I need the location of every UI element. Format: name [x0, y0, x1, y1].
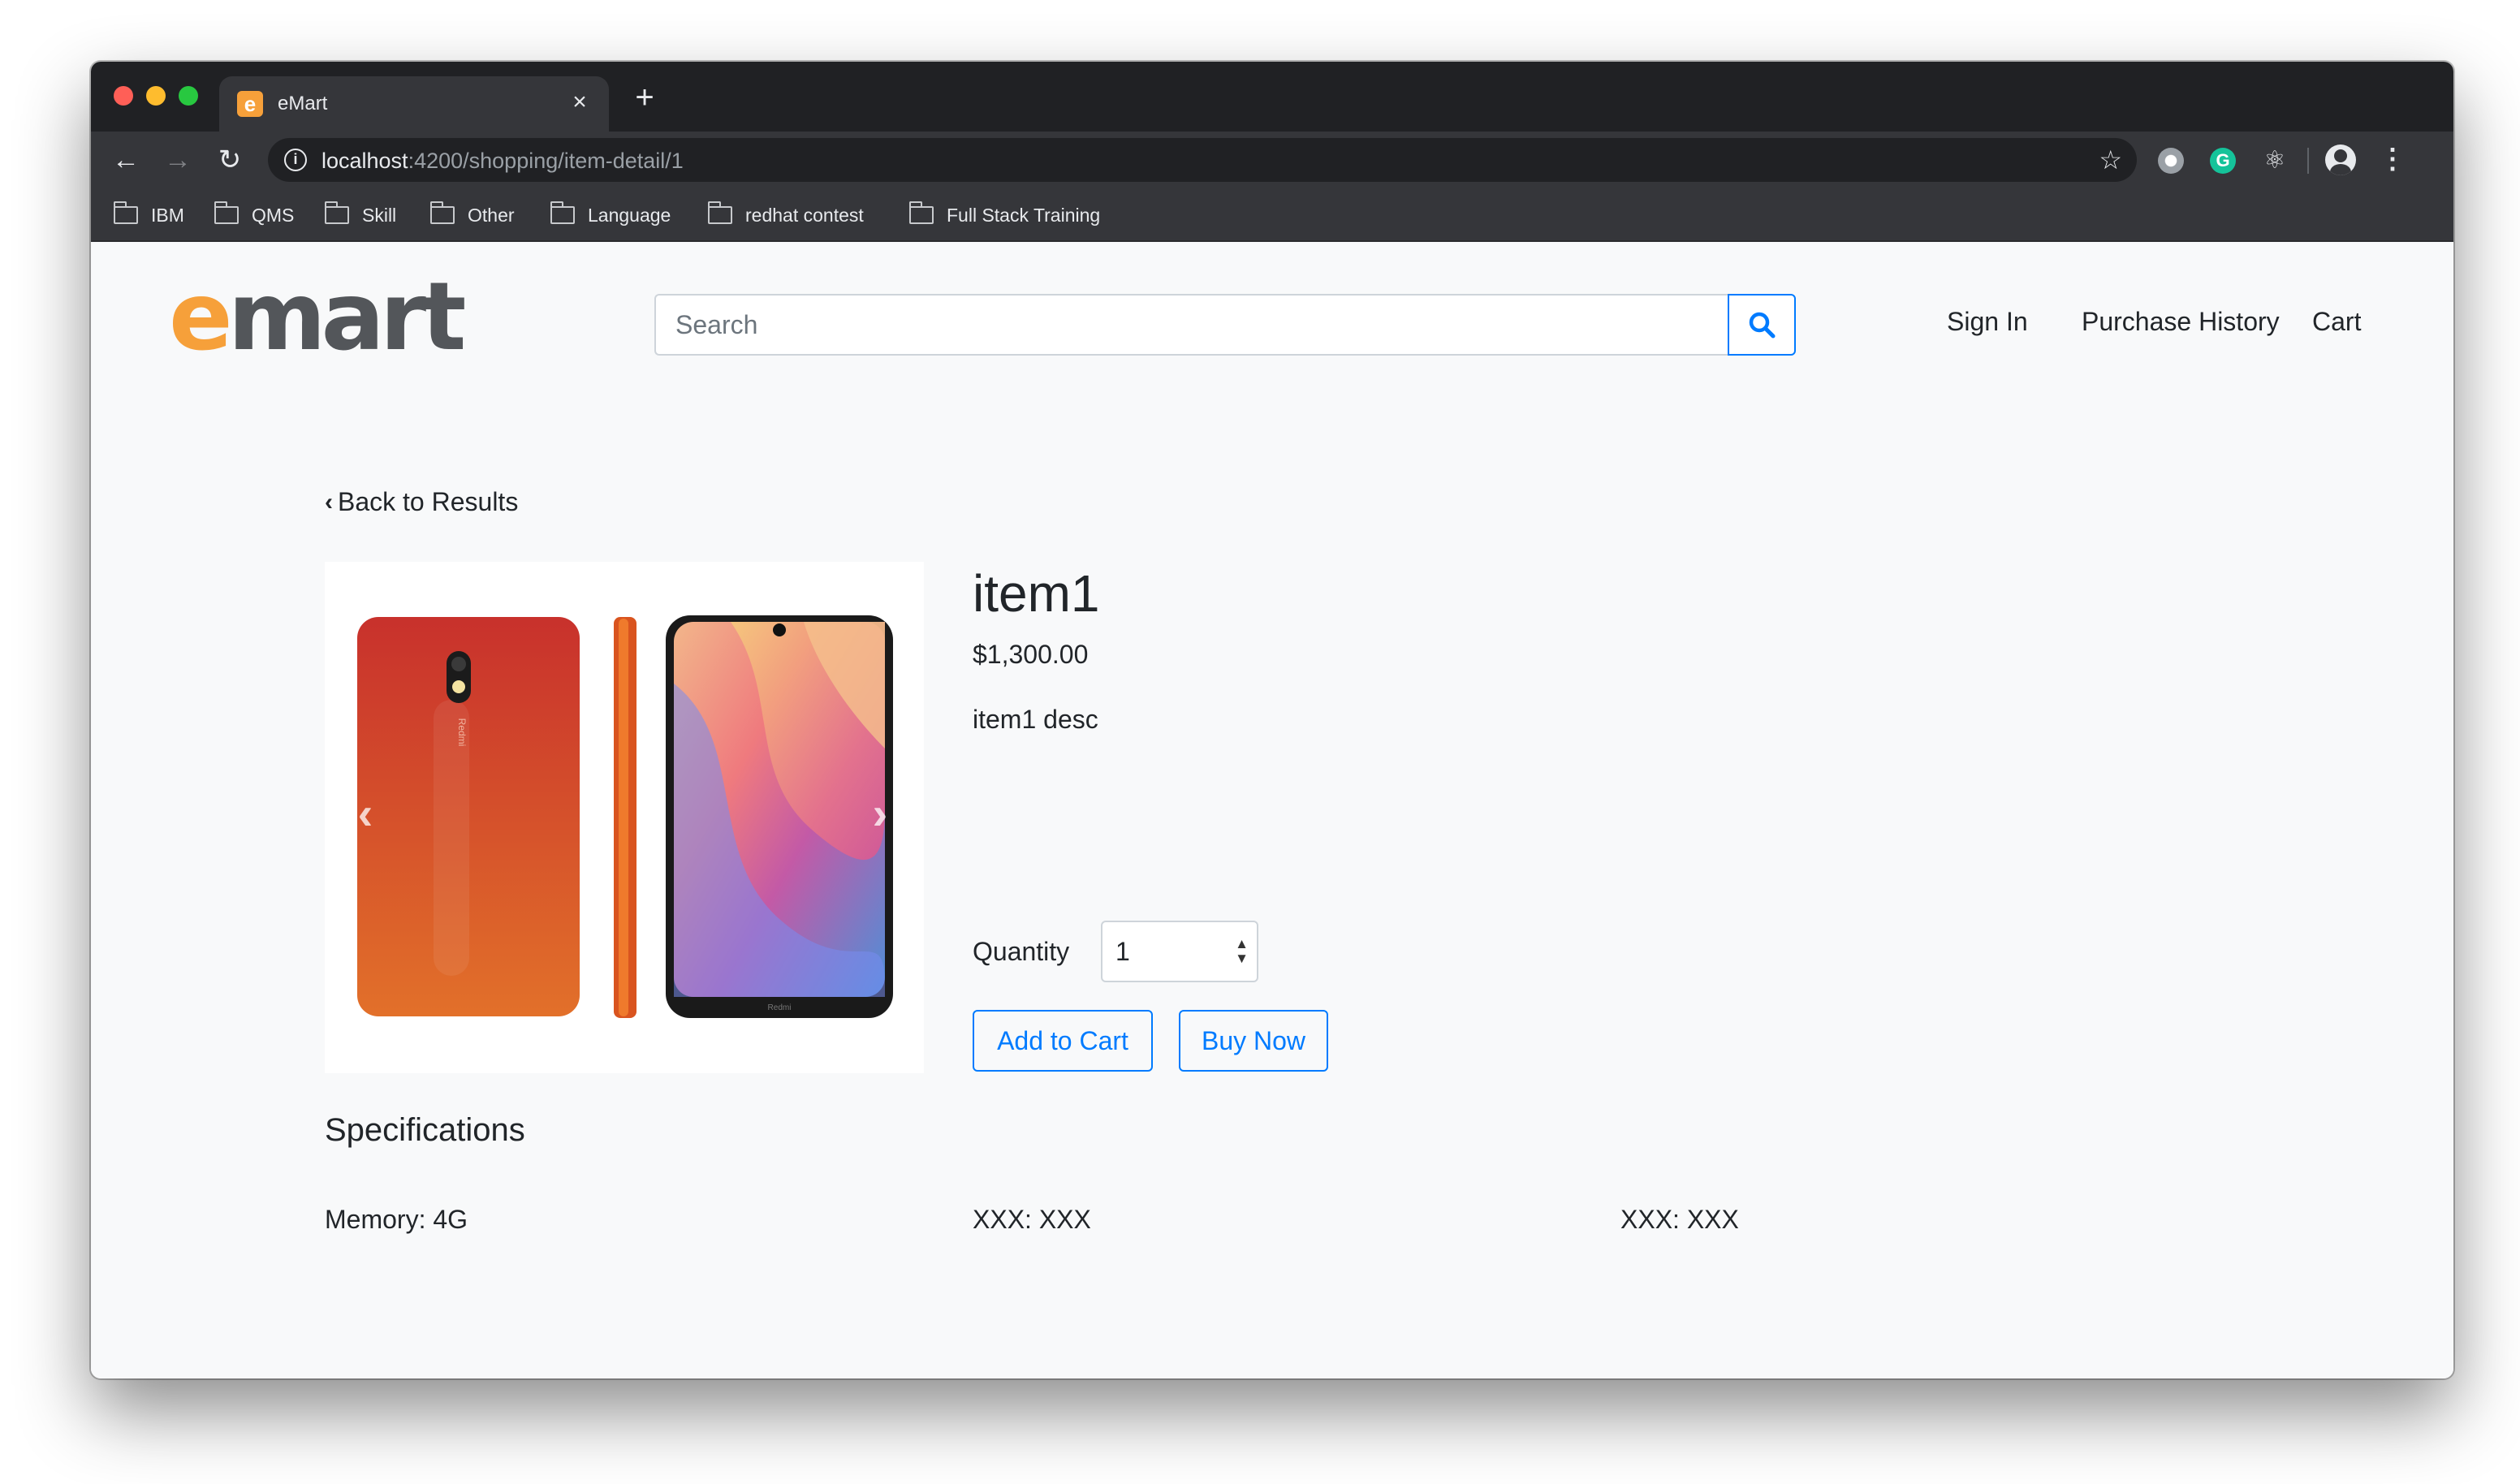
carousel-next-icon[interactable]: ›	[864, 789, 896, 838]
url-text[interactable]: localhost:4200/shopping/item-detail/1	[321, 149, 684, 174]
back-to-results-label: Back to Results	[338, 487, 519, 516]
specifications-heading: Specifications	[325, 1112, 525, 1148]
bookmarks-bar: IBM QMS Skill Other Language redhat cont…	[91, 188, 2453, 242]
bookmark-label: Skill	[362, 204, 397, 226]
folder-icon	[113, 201, 138, 224]
forward-arrow-icon[interactable]: →	[161, 143, 195, 177]
spec-item: XXX: XXX	[1620, 1205, 1739, 1234]
product-image: Redmi Redmi	[357, 615, 893, 1018]
folder-icon	[550, 201, 575, 224]
quantity-label: Quantity	[973, 937, 1070, 966]
url-path: :4200/shopping/item-detail/1	[408, 149, 684, 173]
close-window-button[interactable]	[114, 86, 133, 106]
page-content: emart Sign In Purchase History Cart ‹ Ba…	[91, 242, 2453, 1378]
bookmark-folder-redhat-contest[interactable]: redhat contest	[707, 201, 864, 227]
folder-icon	[214, 201, 239, 224]
browser-tab[interactable]: e eMart ×	[219, 76, 609, 132]
bookmark-folder-qms[interactable]: QMS	[214, 201, 295, 227]
bookmark-label: redhat contest	[745, 204, 864, 226]
favicon-icon: e	[237, 91, 263, 117]
folder-icon	[908, 201, 934, 224]
bookmark-label: Language	[588, 204, 671, 226]
spec-item: Memory: 4G	[325, 1205, 468, 1234]
react-devtools-icon[interactable]: ⚛	[2262, 148, 2288, 174]
buy-now-button[interactable]: Buy Now	[1179, 1010, 1328, 1072]
tab-close-icon[interactable]: ×	[565, 88, 594, 117]
back-to-results-link[interactable]: ‹ Back to Results	[325, 487, 518, 517]
bookmark-folder-other[interactable]: Other	[429, 201, 515, 227]
cart-link[interactable]: Cart	[2312, 307, 2361, 337]
bookmark-label: Other	[468, 204, 515, 226]
search-input[interactable]	[654, 294, 1729, 356]
brand-text-front: Redmi	[768, 1003, 792, 1012]
sign-in-link[interactable]: Sign In	[1947, 307, 2028, 337]
bookmark-folder-ibm[interactable]: IBM	[113, 201, 184, 227]
extension-record-icon[interactable]	[2158, 148, 2184, 174]
search-button[interactable]	[1728, 294, 1796, 356]
spec-item: XXX: XXX	[973, 1205, 1091, 1234]
url-host: localhost	[321, 149, 408, 173]
maximize-window-button[interactable]	[179, 86, 198, 106]
search-icon	[1749, 312, 1776, 339]
new-tab-button[interactable]: +	[628, 81, 661, 114]
folder-icon	[429, 201, 455, 224]
browser-toolbar: ← → ↻ i localhost:4200/shopping/item-det…	[91, 132, 2453, 188]
tab-title: eMart	[278, 93, 328, 114]
back-arrow-icon[interactable]: ←	[109, 143, 143, 177]
grammarly-extension-icon[interactable]: G	[2210, 148, 2236, 174]
bookmark-folder-skill[interactable]: Skill	[324, 201, 397, 227]
add-to-cart-button[interactable]: Add to Cart	[973, 1010, 1153, 1072]
bookmark-label: IBM	[151, 204, 184, 226]
quantity-value: 1	[1115, 937, 1130, 966]
folder-icon	[707, 201, 732, 224]
product-price: $1,300.00	[973, 640, 1089, 669]
browser-window: e eMart × + ← → ↻ i localhost:4200/shopp…	[91, 62, 2453, 1378]
reload-icon[interactable]: ↻	[213, 143, 247, 177]
toolbar-divider	[2307, 148, 2309, 174]
bookmark-folder-language[interactable]: Language	[550, 201, 671, 227]
logo-e: e	[169, 262, 233, 372]
browser-menu-icon[interactable]: ⋮	[2379, 143, 2406, 177]
carousel-prev-icon[interactable]: ‹	[349, 789, 382, 838]
minimize-window-button[interactable]	[146, 86, 166, 106]
quantity-stepper[interactable]: 1 ▲ ▼	[1101, 921, 1258, 982]
chevron-left-icon: ‹	[325, 488, 333, 516]
address-bar[interactable]: i localhost:4200/shopping/item-detail/1 …	[268, 138, 2137, 182]
emart-logo[interactable]: emart	[169, 270, 466, 365]
bookmark-folder-full-stack-training[interactable]: Full Stack Training	[908, 201, 1101, 227]
bookmark-label: QMS	[252, 204, 295, 226]
tab-strip: e eMart × +	[91, 62, 2453, 132]
purchase-history-link[interactable]: Purchase History	[2082, 307, 2280, 337]
bookmark-label: Full Stack Training	[947, 204, 1101, 226]
profile-avatar-icon[interactable]	[2325, 145, 2356, 175]
product-title: item1	[973, 564, 1100, 623]
spinner-arrows-icon[interactable]: ▲ ▼	[1235, 937, 1249, 966]
product-description: item1 desc	[973, 705, 1098, 734]
logo-mart: mart	[227, 262, 467, 372]
product-image-carousel[interactable]: Redmi Redmi ‹ ›	[325, 562, 924, 1073]
bookmark-star-icon[interactable]: ☆	[2099, 145, 2122, 175]
info-icon[interactable]: i	[284, 149, 307, 171]
brand-text: Redmi	[456, 718, 468, 747]
folder-icon	[324, 201, 349, 224]
